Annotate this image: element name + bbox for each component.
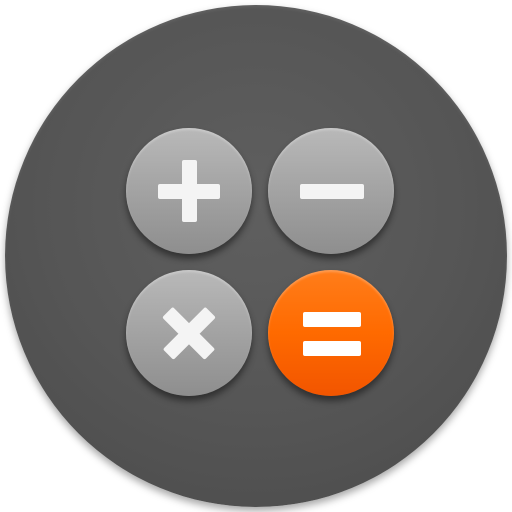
multiply-icon: [162, 307, 216, 360]
plus-icon: [158, 160, 220, 222]
plus-key: [126, 128, 252, 254]
equals-icon: [303, 312, 361, 356]
minus-key: [268, 128, 394, 254]
equals-key: [268, 270, 394, 396]
multiply-key: [126, 270, 252, 396]
minus-icon: [300, 184, 364, 199]
calculator-app-icon[interactable]: [5, 5, 507, 507]
